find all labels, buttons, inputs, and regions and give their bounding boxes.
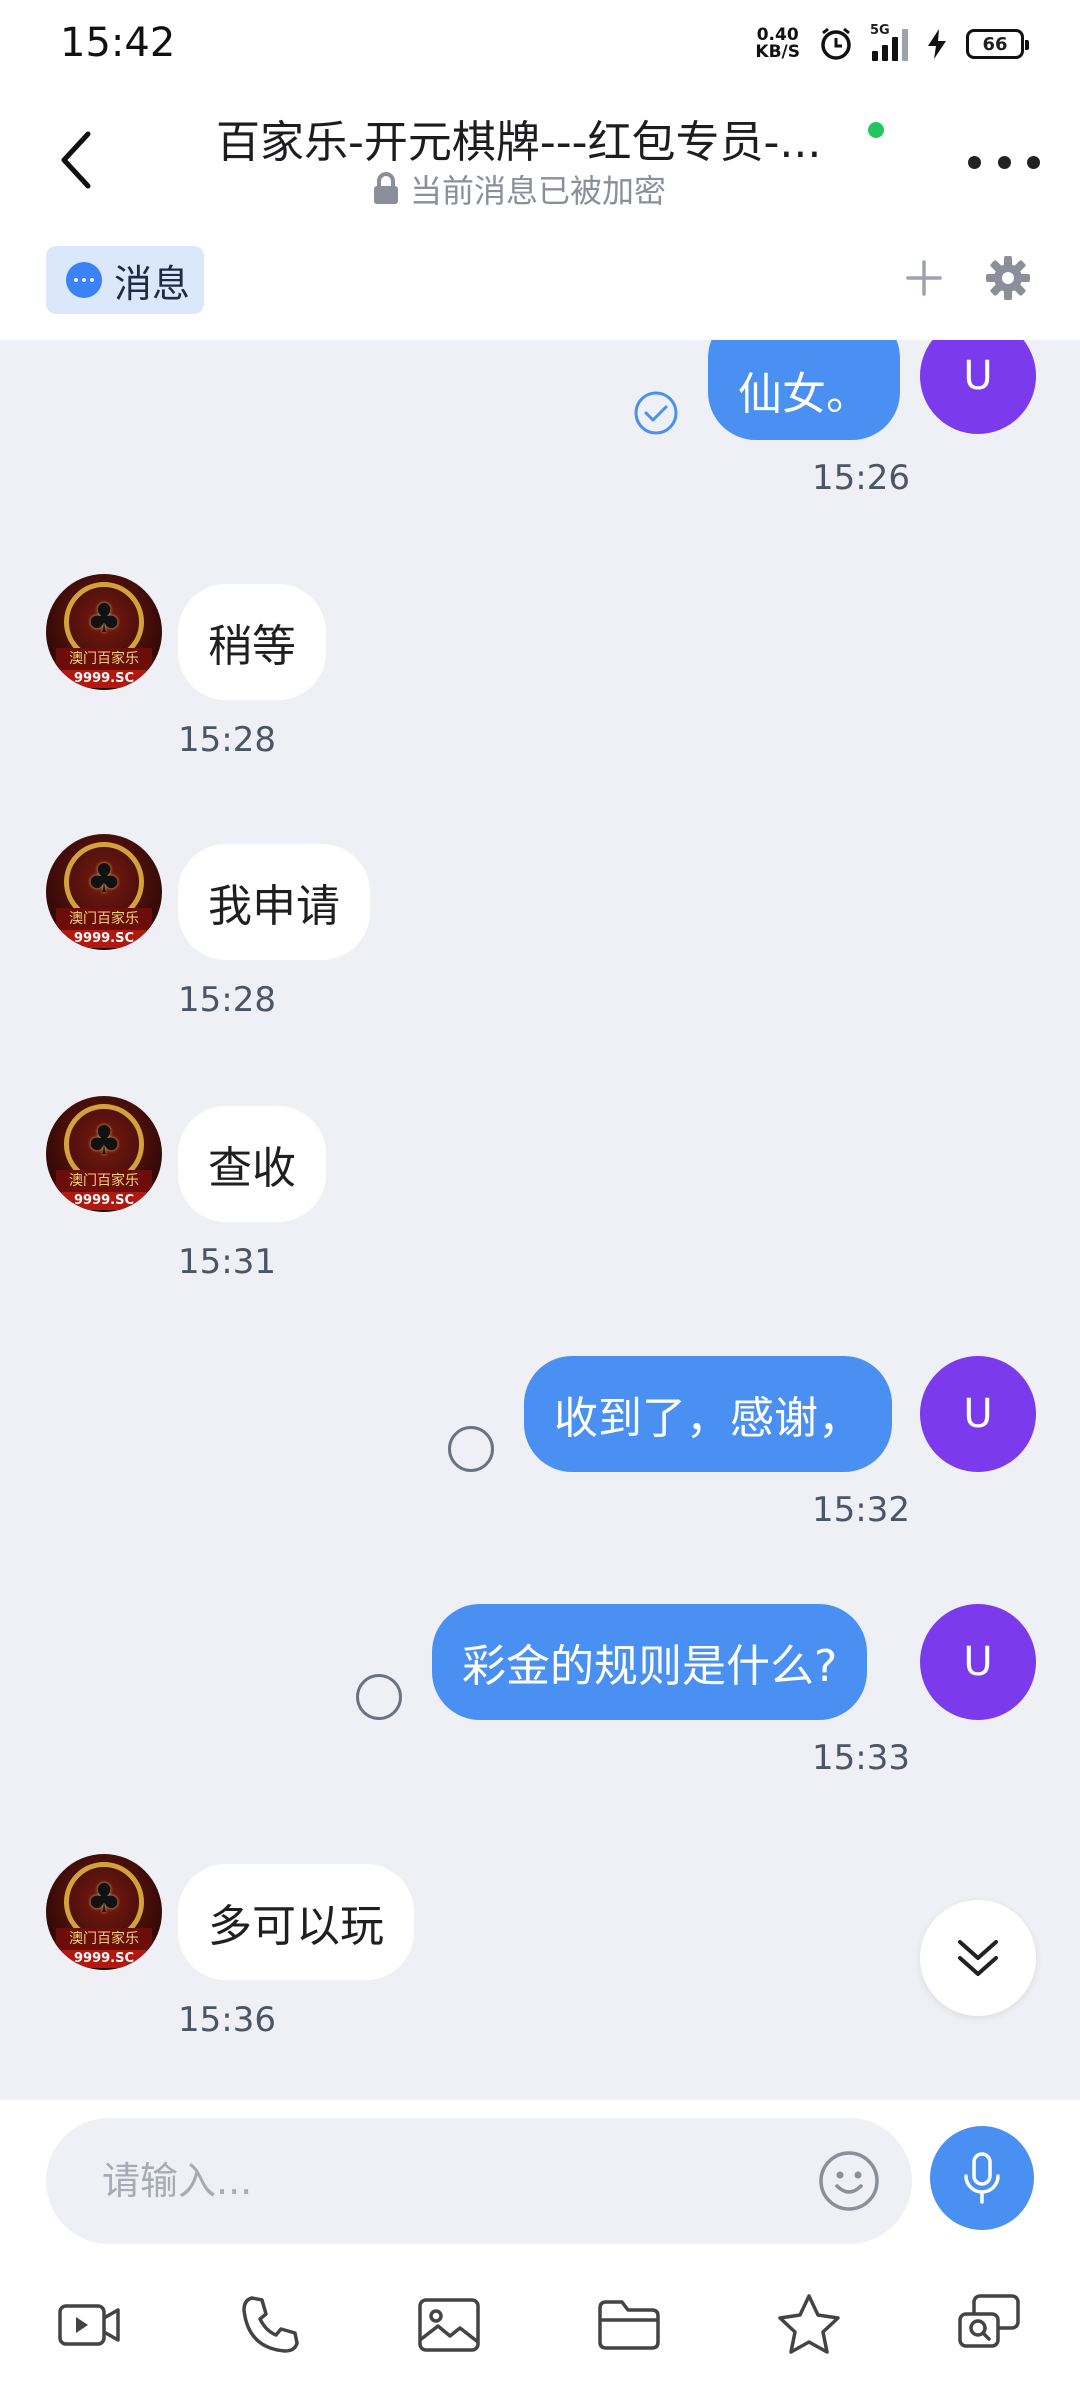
add-tab-icon[interactable] — [896, 250, 952, 306]
status-bar: 15:42 0.40 KB/S 5G 66 — [0, 0, 1080, 88]
settings-gear-icon[interactable] — [980, 250, 1036, 306]
encryption-text: 当前消息已被加密 — [410, 172, 667, 210]
scroll-to-bottom-button[interactable] — [920, 1900, 1036, 2016]
online-status-dot — [868, 122, 884, 138]
double-chevron-down-icon — [958, 1940, 998, 1976]
message-time: 15:28 — [178, 980, 276, 1020]
message-bubble[interactable]: 仙女。 — [708, 340, 900, 440]
user-avatar[interactable]: U — [920, 1356, 1036, 1472]
chevron-left-icon — [61, 131, 91, 189]
message-time: 15:32 — [812, 1490, 910, 1530]
message-input-container — [46, 2118, 912, 2244]
folder-icon[interactable] — [594, 2290, 664, 2360]
message-time: 15:26 — [812, 458, 910, 498]
composer — [0, 2100, 1080, 2400]
emoji-icon[interactable] — [816, 2148, 882, 2214]
message-time: 15:31 — [178, 1242, 276, 1282]
more-options-button[interactable] — [968, 142, 1040, 182]
microphone-icon — [964, 2152, 1000, 2204]
message-time: 15:36 — [178, 2000, 276, 2040]
star-icon[interactable] — [774, 2290, 844, 2360]
message-bubble[interactable]: 我申请 — [178, 844, 370, 960]
contact-avatar[interactable]: ♣ 澳门百家乐 9999.SC — [46, 574, 162, 690]
sent-status-icon — [448, 1426, 494, 1472]
message-input[interactable] — [102, 2148, 782, 2214]
signal-icon: 5G — [870, 23, 908, 61]
contact-avatar[interactable]: ♣ 澳门百家乐 9999.SC — [46, 834, 162, 950]
voice-record-button[interactable] — [930, 2126, 1034, 2230]
encryption-notice: 当前消息已被加密 — [372, 166, 666, 212]
status-icons: 0.40 KB/S 5G 66 — [755, 22, 1029, 66]
search-chat-icon[interactable] — [954, 2290, 1024, 2360]
chat-title[interactable]: 百家乐-开元棋牌---红包专员-... — [216, 106, 821, 170]
message-bubble[interactable]: 查收 — [178, 1106, 326, 1222]
sent-status-icon — [356, 1674, 402, 1720]
message-bubble[interactable]: 稍等 — [178, 584, 326, 700]
message-bubble[interactable]: 收到了，感谢， — [524, 1356, 892, 1472]
message-time: 15:28 — [178, 720, 276, 760]
contact-avatar[interactable]: ♣ 澳门百家乐 9999.SC — [46, 1854, 162, 1970]
image-icon[interactable] — [414, 2290, 484, 2360]
more-dots-icon — [968, 155, 981, 169]
message-time: 15:33 — [812, 1738, 910, 1778]
status-time: 15:42 — [60, 20, 176, 66]
phone-icon[interactable] — [234, 2290, 304, 2360]
attachment-toolbar — [0, 2270, 1080, 2380]
video-icon[interactable] — [54, 2290, 124, 2360]
tab-messages-label: 消息 — [114, 261, 191, 306]
lock-icon — [374, 172, 398, 204]
battery-icon: 66 — [966, 29, 1029, 59]
message-bubble[interactable]: 彩金的规则是什么? — [432, 1604, 868, 1720]
user-avatar[interactable]: U — [920, 340, 1036, 434]
tab-messages[interactable]: 消息 — [46, 246, 205, 314]
back-button[interactable] — [56, 120, 116, 200]
charging-icon — [928, 29, 946, 59]
read-check-icon — [634, 391, 678, 435]
user-avatar[interactable]: U — [920, 1604, 1036, 1720]
tab-row: 消息 — [0, 228, 1080, 340]
chat-bubble-icon — [66, 262, 102, 298]
alarm-icon — [821, 27, 851, 60]
chat-header: 百家乐-开元棋牌---红包专员-... 当前消息已被加密 — [0, 88, 1080, 228]
message-list[interactable]: 仙女。 U 15:26 ♣ 澳门百家乐 9999.SC 稍等 15:28 ♣ 澳… — [0, 340, 1080, 2100]
contact-avatar[interactable]: ♣ 澳门百家乐 9999.SC — [46, 1096, 162, 1212]
network-speed: 0.40 KB/S — [755, 25, 800, 62]
message-bubble[interactable]: 多可以玩 — [178, 1864, 414, 1980]
